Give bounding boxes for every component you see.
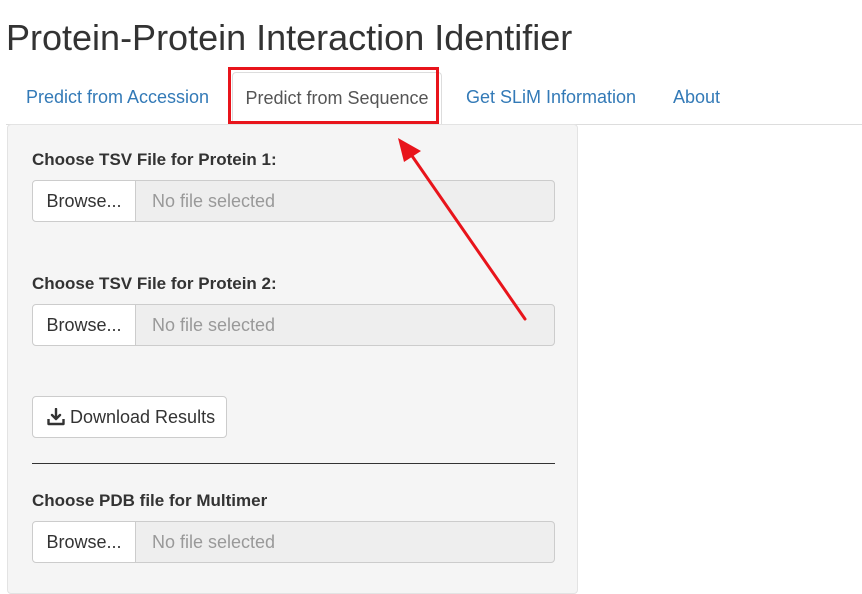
protein1-file-display[interactable]: No file selected [135, 180, 555, 222]
tab-bar: Predict from Accession Predict from Sequ… [6, 72, 862, 125]
sidebar-panel: Choose TSV File for Protein 1: Browse...… [7, 124, 578, 594]
protein2-file-input: Browse... No file selected [32, 304, 555, 346]
protein2-file-label: Choose TSV File for Protein 2: [32, 274, 277, 293]
download-icon [47, 408, 65, 426]
protein2-file-display[interactable]: No file selected [135, 304, 555, 346]
tab-predict-from-accession[interactable]: Predict from Accession [26, 72, 209, 124]
multimer-file-display[interactable]: No file selected [135, 521, 555, 563]
protein1-file-input: Browse... No file selected [32, 180, 555, 222]
download-results-button[interactable]: Download Results [32, 396, 227, 438]
protein1-file-label: Choose TSV File for Protein 1: [32, 150, 277, 169]
multimer-file-input: Browse... No file selected [32, 521, 555, 563]
protein1-browse-button[interactable]: Browse... [32, 180, 136, 222]
protein2-browse-button[interactable]: Browse... [32, 304, 136, 346]
tab-get-slim-information[interactable]: Get SLiM Information [466, 72, 636, 124]
multimer-browse-button[interactable]: Browse... [32, 521, 136, 563]
divider [32, 463, 555, 464]
tab-predict-from-sequence[interactable]: Predict from Sequence [232, 72, 442, 125]
multimer-file-label: Choose PDB file for Multimer [32, 491, 268, 510]
download-results-label: Download Results [70, 407, 216, 427]
tab-about[interactable]: About [673, 72, 720, 124]
app-title: Protein-Protein Interaction Identifier [6, 17, 573, 58]
